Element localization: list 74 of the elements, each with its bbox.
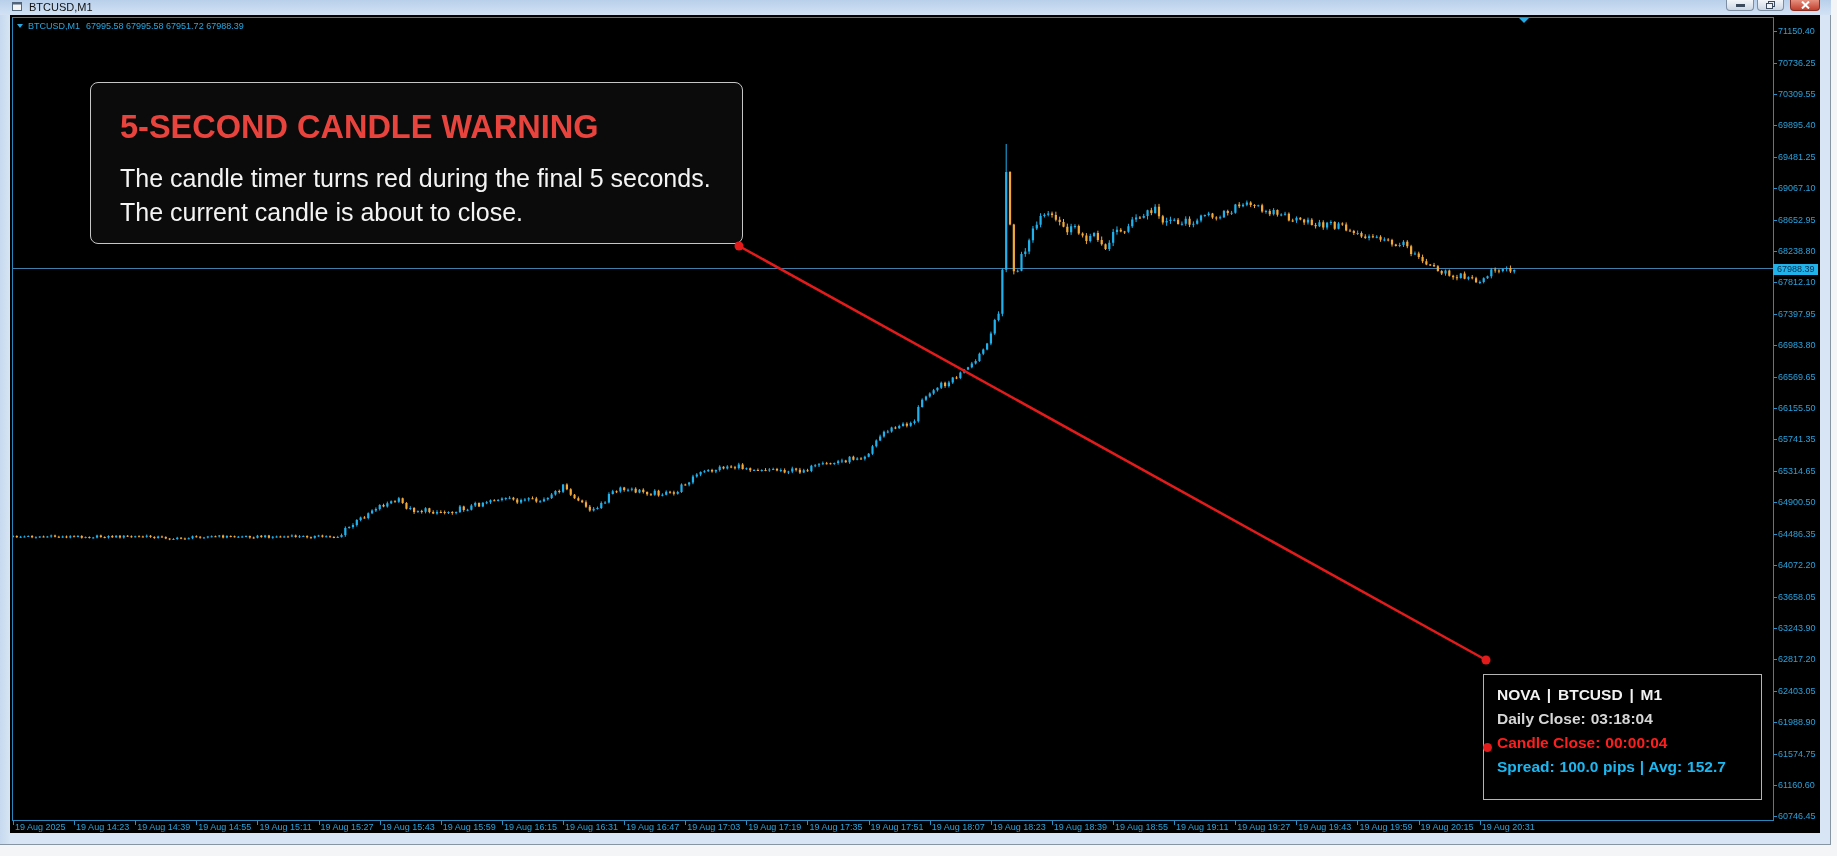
- time-label: 19 Aug 18:23: [992, 821, 1046, 833]
- triangle-marker-icon: [1519, 18, 1529, 23]
- price-label: 70309.55: [1778, 89, 1816, 100]
- minimize-button[interactable]: [1726, 0, 1754, 11]
- time-label: 19 Aug 18:07: [931, 821, 985, 833]
- close-button[interactable]: [1790, 0, 1820, 11]
- minimize-icon: [1735, 3, 1745, 7]
- window-icon: [12, 2, 22, 11]
- price-label: 69067.10: [1778, 183, 1816, 195]
- time-label: 19 Aug 17:51: [870, 821, 924, 833]
- price-label: 68238.80: [1778, 246, 1816, 258]
- time-label: 19 Aug 16:47: [626, 821, 680, 833]
- price-label: 64072.20: [1778, 560, 1816, 572]
- timer-value: 03:18:04: [1590, 709, 1653, 729]
- price-label: 61160.60: [1778, 779, 1815, 791]
- timer-value: 00:00:04: [1605, 733, 1668, 753]
- time-label: 19 Aug 14:39: [137, 821, 191, 833]
- time-label: 19 Aug 19:11: [1176, 821, 1229, 833]
- time-label: 19 Aug 15:27: [320, 821, 374, 833]
- price-label: 66983.80: [1778, 340, 1816, 352]
- price-label: 63658.05: [1778, 591, 1816, 603]
- symbol-label: BTCUSD,M1: [28, 20, 80, 31]
- time-label: 19 Aug 14:23: [76, 821, 130, 833]
- time-label: 19 Aug 18:39: [1053, 821, 1107, 833]
- callout-text: The candle timer turns red during the final 5 seconds.: [120, 163, 712, 194]
- time-label: 19 Aug 17:03: [687, 821, 741, 833]
- caret-icon: [17, 23, 23, 28]
- marker-dot-icon: [1483, 743, 1492, 752]
- price-label: 66569.65: [1778, 371, 1816, 383]
- price-label: 64486.35: [1778, 528, 1816, 540]
- time-label: 19 Aug 2025: [15, 821, 66, 833]
- panel-title: NOVA | BTCUSD | M1: [1497, 685, 1663, 705]
- window-title: BTCUSD,M1: [29, 1, 93, 13]
- close-icon: [1800, 1, 1810, 9]
- callout-text: The current candle is about to close.: [120, 197, 524, 228]
- time-label: 19 Aug 16:31: [565, 821, 619, 833]
- current-price-label: 67988.39: [1773, 264, 1818, 275]
- price-label: 67812.10: [1778, 277, 1816, 289]
- time-label: 19 Aug 19:59: [1359, 821, 1413, 833]
- time-label: 19 Aug 19:43: [1298, 821, 1352, 833]
- callout-title: 5-SECOND CANDLE WARNING: [120, 109, 600, 146]
- price-label: 68652.95: [1778, 214, 1816, 226]
- time-label: 19 Aug 15:43: [381, 821, 435, 833]
- price-label: 71150.40: [1778, 26, 1815, 38]
- price-label: 69481.25: [1778, 151, 1816, 163]
- price-label: 60746.45: [1778, 811, 1816, 823]
- time-label: 19 Aug 15:11: [259, 821, 312, 833]
- price-label: 67397.95: [1778, 308, 1816, 320]
- time-label: 19 Aug 15:59: [442, 821, 496, 833]
- time-label: 19 Aug 20:31: [1481, 821, 1535, 833]
- price-label: 61574.75: [1778, 748, 1816, 760]
- time-label: 19 Aug 20:15: [1420, 821, 1474, 833]
- time-label: 19 Aug 19:27: [1237, 821, 1291, 833]
- time-label: 19 Aug 16:15: [503, 821, 557, 833]
- price-label: 69895.40: [1778, 120, 1816, 132]
- price-label: 66155.50: [1778, 403, 1816, 415]
- price-label: 61988.90: [1778, 717, 1816, 729]
- price-label: 62817.20: [1778, 654, 1816, 666]
- price-label: 65314.65: [1778, 465, 1816, 477]
- price-label: 70736.25: [1778, 57, 1816, 69]
- spread-text: Spread: 100.0 pips | Avg: 152.7: [1497, 757, 1726, 777]
- time-label: 19 Aug 18:55: [1114, 821, 1169, 833]
- restore-button[interactable]: [1757, 0, 1784, 11]
- restore-icon: [1766, 1, 1775, 9]
- price-label: 63243.90: [1778, 622, 1816, 634]
- ohlc-values: 67995.58 67995.58 67951.72 67988.39: [86, 20, 244, 31]
- price-label: 64900.50: [1778, 497, 1816, 509]
- price-label: 65741.35: [1778, 434, 1816, 446]
- timer-label: Candle Close:: [1497, 733, 1601, 753]
- price-label: 62403.05: [1778, 685, 1816, 697]
- timer-label: Daily Close:: [1497, 709, 1586, 729]
- time-label: 19 Aug 14:55: [198, 821, 252, 833]
- time-label: 19 Aug 17:35: [809, 821, 863, 833]
- time-label: 19 Aug 17:19: [748, 821, 802, 833]
